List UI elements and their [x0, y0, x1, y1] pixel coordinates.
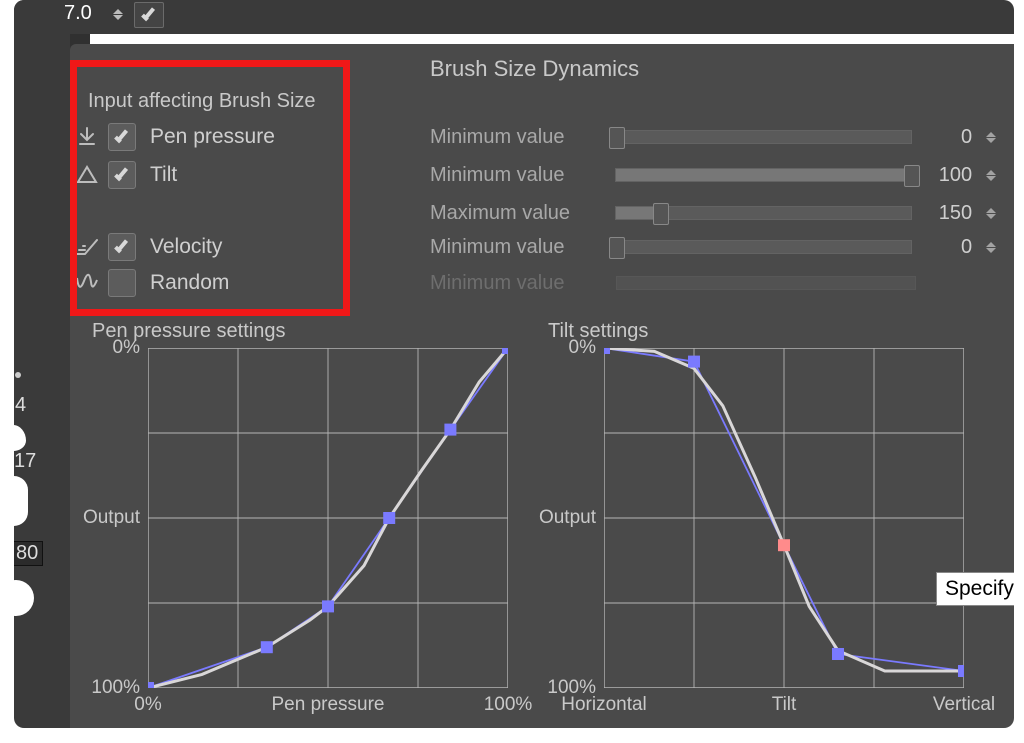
chart-y-tick: 0%	[569, 337, 596, 359]
input-row-random: Random	[74, 268, 229, 298]
random-checkbox[interactable]	[108, 269, 136, 297]
slider-label: Minimum value	[430, 164, 601, 187]
bg-dot	[15, 372, 21, 378]
bg-number: 17	[14, 450, 36, 473]
chart-x-tick: Tilt	[772, 694, 797, 716]
slider[interactable]	[615, 168, 913, 182]
chart-y-tick: Output	[83, 507, 140, 529]
velocity-label: Velocity	[150, 235, 222, 259]
slider-row-random-min: Minimum value	[430, 268, 1000, 298]
slider-value: 0	[926, 126, 972, 149]
pressure-icon	[74, 124, 100, 150]
tilt-checkbox[interactable]	[108, 161, 136, 189]
pen-pressure-curve-editor[interactable]: 0%Output100%0%Pen pressure100%	[148, 348, 508, 688]
value-spinner[interactable]	[986, 208, 1000, 219]
slider	[616, 276, 916, 290]
input-row-velocity: Velocity	[74, 232, 222, 262]
tilt-icon	[74, 162, 100, 188]
slider-label: Minimum value	[430, 126, 601, 149]
slider-label: Minimum value	[430, 236, 601, 259]
top-bar: 7.0	[14, 0, 1014, 34]
random-icon	[74, 270, 100, 296]
value-spinner[interactable]	[986, 132, 1000, 143]
slider-label: Maximum value	[430, 202, 601, 225]
brush-size-spinner[interactable]	[110, 0, 126, 28]
pen-pressure-checkbox[interactable]	[108, 123, 136, 151]
input-row-pen-pressure: Pen pressure	[74, 122, 275, 152]
slider-value: 0	[926, 236, 972, 259]
input-row-tilt: Tilt	[74, 160, 177, 190]
bg-brush-preview	[14, 476, 28, 526]
slider[interactable]	[615, 130, 913, 144]
input-section-title: Input affecting Brush Size	[88, 90, 316, 113]
slider-row-pen-pressure-min: Minimum value 0	[430, 122, 1000, 152]
tooltip: Specify ou	[936, 572, 1014, 606]
brush-size-value: 7.0	[64, 2, 92, 25]
slider-value: 100	[926, 164, 972, 187]
tilt-label: Tilt	[150, 163, 177, 187]
bg-number: 80	[14, 541, 43, 566]
slider-label: Minimum value	[430, 272, 602, 295]
chart-x-tick: Vertical	[933, 694, 995, 716]
chart-y-tick: Output	[539, 507, 596, 529]
chart-y-tick: 100%	[91, 677, 140, 699]
confirm-button[interactable]	[134, 2, 164, 28]
chart-x-tick: 100%	[484, 694, 533, 716]
slider[interactable]	[615, 240, 913, 254]
slider-value: 150	[926, 202, 972, 225]
value-spinner[interactable]	[986, 242, 1000, 253]
chart-x-tick: Horizontal	[561, 694, 647, 716]
slider-row-tilt-min: Minimum value 100	[430, 160, 1000, 190]
value-spinner[interactable]	[986, 170, 1000, 181]
panel-title: Brush Size Dynamics	[430, 56, 639, 82]
velocity-checkbox[interactable]	[108, 233, 136, 261]
bg-number: 4	[15, 394, 26, 417]
slider[interactable]	[615, 206, 913, 220]
random-label: Random	[150, 271, 229, 295]
pen-pressure-label: Pen pressure	[150, 125, 275, 149]
slider-row-velocity-min: Minimum value 0	[430, 232, 1000, 262]
slider-row-tilt-max: Maximum value 150	[430, 198, 1000, 228]
tilt-curve-editor[interactable]: 0%Output100%HorizontalTiltVertical	[604, 348, 964, 688]
velocity-icon	[74, 234, 100, 260]
chart-x-tick: Pen pressure	[271, 694, 384, 716]
chart-y-tick: 0%	[113, 337, 140, 359]
brush-dynamics-panel: Brush Size Dynamics Input affecting Brus…	[70, 44, 1014, 728]
chart-x-tick: 0%	[134, 694, 161, 716]
tilt-chart-title: Tilt settings	[548, 320, 648, 343]
